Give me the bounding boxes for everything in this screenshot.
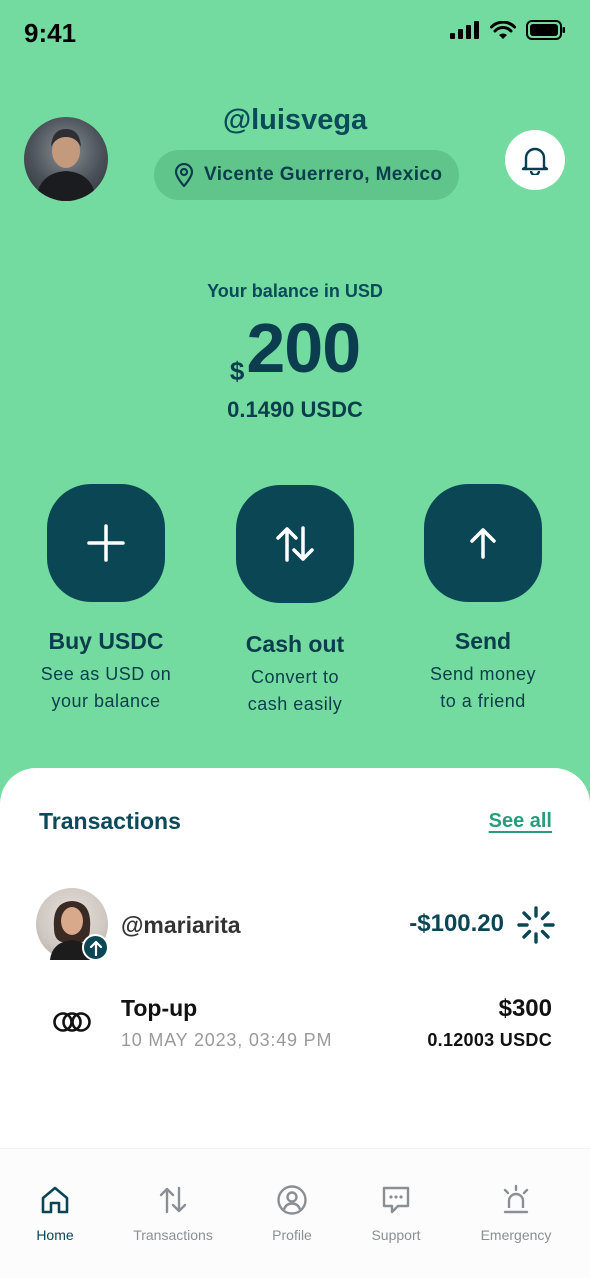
action-desc: Convert to cash easily <box>200 664 390 718</box>
arrow-up-icon <box>89 940 102 956</box>
status-bar: 9:41 <box>0 0 590 66</box>
chat-icon <box>382 1186 410 1214</box>
topup-date: 10 MAY 2023, 03:49 PM <box>121 1030 333 1050</box>
topup-title: Top-up <box>121 995 198 1021</box>
tab-label: Transactions <box>133 1227 213 1243</box>
action-buy-usdc[interactable]: Buy USDC See as USD on your balance <box>11 484 201 715</box>
location-label: Vicente Guerrero, Mexico <box>204 164 443 185</box>
action-title: Buy USDC <box>48 628 164 654</box>
action-desc: Send money to a friend <box>388 661 578 715</box>
home-icon <box>41 1186 69 1214</box>
action-desc-line: Send money <box>429 664 537 684</box>
swap-arrows-icon <box>276 526 314 562</box>
status-time: 9:41 <box>24 18 77 48</box>
buy-usdc-button[interactable] <box>47 484 165 602</box>
action-desc: See as USD on your balance <box>11 661 201 715</box>
transactions-icon <box>159 1186 187 1214</box>
transaction-contact-name: @mariarita <box>121 912 241 938</box>
wifi-icon <box>490 20 516 39</box>
tab-profile[interactable]: Profile <box>237 1183 347 1243</box>
tab-label: Support <box>371 1227 421 1243</box>
tab-label: Emergency <box>480 1227 552 1243</box>
tab-home[interactable]: Home <box>0 1183 110 1243</box>
siren-icon <box>503 1184 529 1214</box>
notifications-button[interactable] <box>505 130 565 190</box>
see-all-link[interactable]: See all <box>489 810 552 833</box>
bell-icon <box>521 147 549 175</box>
cash-out-button[interactable] <box>236 485 354 603</box>
transaction-amount: -$100.20 <box>409 910 504 937</box>
arrow-up-icon <box>470 528 496 559</box>
topup-amount: $300 <box>498 995 552 1022</box>
currency-symbol: $ <box>229 356 245 386</box>
action-title: Cash out <box>245 631 345 657</box>
coins-icon <box>53 1012 91 1032</box>
sent-badge <box>82 934 109 961</box>
transactions-heading: Transactions <box>39 808 181 834</box>
send-button[interactable] <box>424 484 542 602</box>
action-cash-out[interactable]: Cash out Convert to cash easily <box>200 485 390 718</box>
action-desc-line: your balance <box>51 691 161 711</box>
action-desc-line: cash easily <box>247 694 343 714</box>
tab-support[interactable]: Support <box>341 1183 451 1243</box>
status-icons <box>450 20 566 40</box>
plus-icon <box>87 524 125 562</box>
username: @luisvega <box>222 104 368 136</box>
balance-value: 200 <box>246 309 361 387</box>
profile-icon <box>277 1185 307 1215</box>
tab-emergency[interactable]: Emergency <box>461 1183 571 1243</box>
action-title: Send <box>454 628 512 654</box>
location-pill[interactable]: Vicente Guerrero, Mexico <box>154 150 459 200</box>
balance-caption: Your balance in USD <box>207 281 383 301</box>
action-desc-line: Convert to <box>250 667 340 687</box>
action-desc-line: See as USD on <box>40 664 172 684</box>
tab-label: Home <box>36 1227 74 1243</box>
action-send[interactable]: Send Send money to a friend <box>388 484 578 715</box>
action-desc-line: to a friend <box>440 691 526 711</box>
location-pin-icon <box>174 163 194 187</box>
signal-icon <box>450 21 479 39</box>
topup-usdc: 0.12003 USDC <box>427 1030 552 1050</box>
tab-transactions[interactable]: Transactions <box>118 1183 228 1243</box>
balance-usdc: 0.1490 USDC <box>227 397 363 422</box>
balance-amount: $200 <box>0 308 590 388</box>
tab-label: Profile <box>272 1227 312 1243</box>
pending-spinner-icon <box>517 906 555 944</box>
battery-icon <box>526 20 565 40</box>
